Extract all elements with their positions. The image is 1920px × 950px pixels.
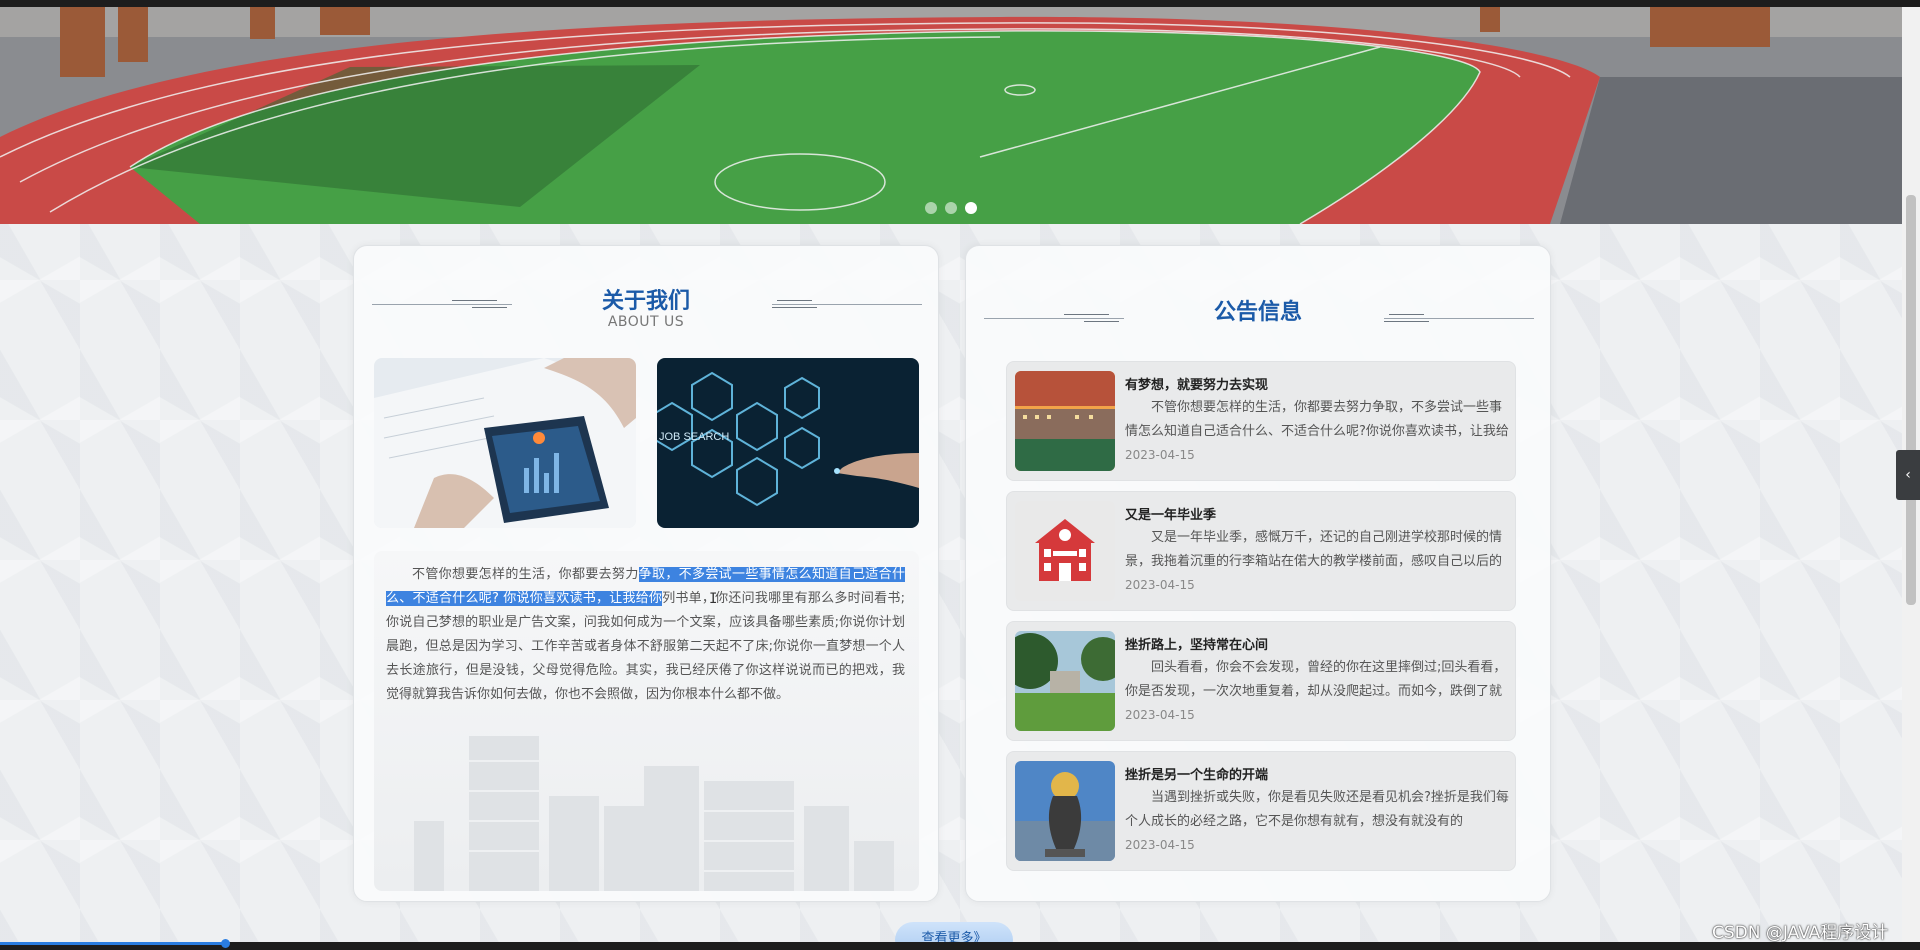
notice-title-text[interactable]: 挫折路上，坚持常在心间 [1125,634,1268,653]
about-image-tablet [374,358,636,528]
carousel-dot[interactable] [925,202,937,214]
about-paragraph: 不管你想要怎样的生活，你都要去努力争取，不多尝试一些事情怎么知道自己适合什么、不… [374,551,919,707]
notice-list: 有梦想，就要努力去实现 不管你想要怎样的生活，你都要去努力争取，不多尝试一些事情… [1006,361,1516,881]
top-bar [0,0,1920,7]
side-panel-toggle[interactable]: ‹ [1896,450,1920,500]
notice-description: 当遇到挫折或失败，你是看见失败还是看见机会?挫折是我们每个人成长的必经之路，它不… [1125,790,1509,829]
job-search-label: JOB SEARCH [659,431,729,443]
about-text-before: 不管你想要怎样的生活，你都要去努力 [412,567,639,582]
video-control-bar[interactable] [0,942,1920,950]
notice-item[interactable]: 挫折路上，坚持常在心间 回头看看，你会不会发现，曾经的你在这里摔倒过;回头看看，… [1006,621,1516,741]
about-title: 关于我们 [601,289,690,314]
notice-thumbnail-globe-sculpture [1015,761,1115,861]
notice-date: 2023-04-15 [1125,708,1195,722]
video-progress-bar[interactable] [0,942,225,945]
text-cursor-icon: I [709,591,718,607]
chevron-left-icon: ‹ [1905,467,1911,483]
notice-thumbnail-campus-sunset [1015,371,1115,471]
notice-thumbnail-campus-lawn [1015,631,1115,731]
notice-title: 公告信息 [1213,300,1302,325]
carousel-dots [925,202,977,214]
notice-card: 公告信息 有梦想，就要努力去实现 不管你想要怎样的生活，你都要去努力争取，不多尝… [965,245,1551,902]
notice-description: 又是一年毕业季，感慨万千，还记的自己刚进学校那时候的情景，我拖着沉重的行李箱站在… [1125,530,1503,569]
city-skyline-image [414,736,894,891]
notice-item[interactable]: 有梦想，就要努力去实现 不管你想要怎样的生活，你都要去努力争取，不多尝试一些事情… [1006,361,1516,481]
notice-item[interactable]: 挫折是另一个生命的开端 当遇到挫折或失败，你是看见失败还是看见机会?挫折是我们每… [1006,751,1516,871]
about-image-job-search: JOB SEARCH [657,358,919,528]
notice-description: 不管你想要怎样的生活，你都要去努力争取，不多尝试一些事情怎么知道自己适合什么、不… [1125,400,1509,439]
notice-date: 2023-04-15 [1125,838,1195,852]
notice-title-text[interactable]: 又是一年毕业季 [1125,504,1216,523]
scrollbar-thumb[interactable] [1906,195,1916,605]
school-building-icon [1015,501,1115,601]
notice-item[interactable]: 又是一年毕业季 又是一年毕业季，感慨万千，还记的自己刚进学校那时候的情景，我拖着… [1006,491,1516,611]
about-text-after: 列书单，你还问我哪里有那么多时间看书;你说自己梦想的职业是广告文案，问我如何成为… [386,591,905,702]
about-subtitle: ABOUT US [607,314,685,330]
notice-date: 2023-04-15 [1125,448,1195,462]
watermark-text: CSDN @JAVA程序设计 [1712,923,1889,943]
about-us-card: 关于我们 ABOUT US JOB SEARCH 不管你想要怎样的生活，你都要去… [353,245,939,902]
notice-title-text[interactable]: 有梦想，就要努力去实现 [1125,374,1268,393]
carousel-dot-active[interactable] [965,202,977,214]
notice-date: 2023-04-15 [1125,578,1195,592]
about-text-box: 不管你想要怎样的生活，你都要去努力争取，不多尝试一些事情怎么知道自己适合什么、不… [374,551,919,891]
hero-banner[interactable] [0,7,1902,224]
banner-image [0,7,1902,224]
notice-description: 回头看看，你会不会发现，曾经的你在这里摔倒过;回头看看，你是否发现，一次次地重复… [1125,660,1507,699]
carousel-dot[interactable] [945,202,957,214]
video-progress-handle[interactable] [220,939,230,948]
notice-thumbnail-school [1015,501,1115,601]
notice-title-text[interactable]: 挫折是另一个生命的开端 [1125,764,1268,783]
